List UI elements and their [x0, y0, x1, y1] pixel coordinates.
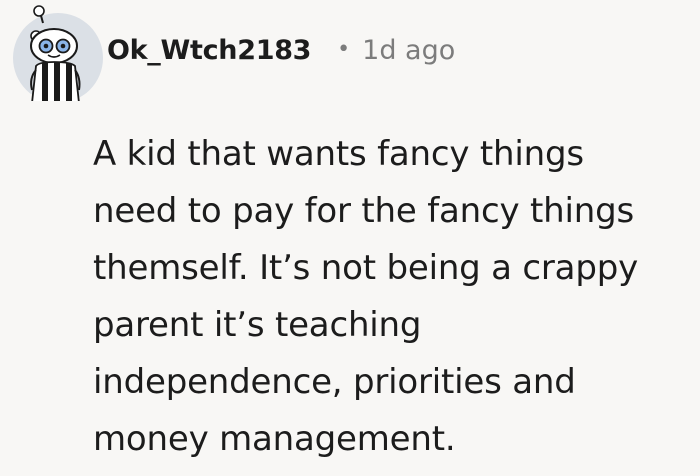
comment: Ok_Wtch2183 • 1d ago A kid that wants fa… — [0, 0, 700, 476]
username-link[interactable]: Ok_Wtch2183 — [107, 35, 311, 66]
comment-body: A kid that wants fancy things need to pa… — [93, 134, 639, 459]
snoo-avatar-icon — [13, 5, 103, 101]
separator-dot: • — [337, 36, 351, 62]
comment-header: Ok_Wtch2183 • 1d ago — [107, 28, 455, 72]
user-avatar[interactable] — [9, 4, 104, 101]
comment-timestamp[interactable]: 1d ago — [362, 35, 455, 66]
